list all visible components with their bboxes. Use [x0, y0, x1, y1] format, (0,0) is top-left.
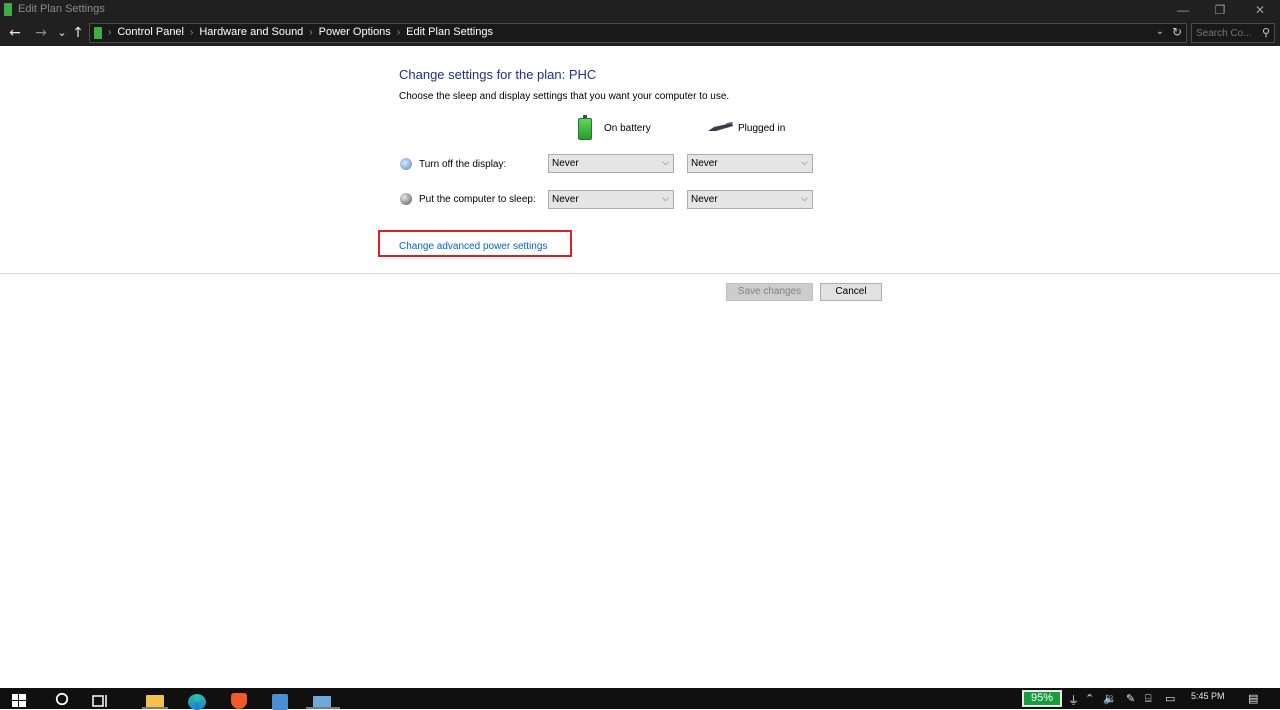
- sleep-icon: [400, 193, 412, 205]
- breadcrumb-separator[interactable]: ›: [309, 27, 312, 38]
- notifications-icon[interactable]: ▤: [1248, 692, 1258, 705]
- pen-icon[interactable]: ✎: [1126, 692, 1135, 705]
- display-off-battery-select[interactable]: Never ⌵: [548, 154, 674, 173]
- divider: [0, 273, 1280, 274]
- up-button[interactable]: ↑: [68, 23, 88, 43]
- refresh-icon[interactable]: ↻: [1172, 25, 1182, 39]
- window-title: Edit Plan Settings: [18, 3, 105, 15]
- control-panel-icon: [94, 27, 102, 39]
- turn-off-display-label: Turn off the display:: [419, 159, 507, 170]
- close-button[interactable]: ✕: [1240, 0, 1280, 20]
- search-icon[interactable]: [53, 692, 71, 706]
- breadcrumb-edit-plan-settings[interactable]: Edit Plan Settings: [406, 26, 493, 38]
- breadcrumb-power-options[interactable]: Power Options: [319, 26, 391, 38]
- breadcrumb-separator[interactable]: ›: [397, 27, 400, 38]
- page-description: Choose the sleep and display settings th…: [399, 91, 730, 102]
- display-icon[interactable]: ▭: [1165, 692, 1175, 705]
- battery-icon: [578, 115, 592, 140]
- plugged-in-label: Plugged in: [738, 123, 786, 134]
- network-icon[interactable]: ⌸: [1145, 692, 1152, 706]
- volume-icon[interactable]: 🔉: [1103, 692, 1117, 705]
- search-icon[interactable]: ⚲: [1262, 26, 1270, 39]
- on-battery-label: On battery: [604, 123, 651, 134]
- brave-icon[interactable]: [231, 693, 247, 709]
- title-bar: Edit Plan Settings — ❐ ✕: [0, 0, 1280, 20]
- app-icon[interactable]: [272, 694, 288, 710]
- cancel-button[interactable]: Cancel: [820, 283, 882, 301]
- advanced-power-settings-link[interactable]: Change advanced power settings: [399, 241, 547, 252]
- select-value: Never: [691, 158, 718, 169]
- select-value: Never: [691, 194, 718, 205]
- chevron-down-icon: ⌵: [662, 193, 669, 203]
- display-off-plugged-select[interactable]: Never ⌵: [687, 154, 813, 173]
- select-value: Never: [552, 194, 579, 205]
- battery-percent-badge[interactable]: 95%: [1022, 690, 1062, 707]
- plug-icon: [708, 122, 734, 131]
- breadcrumb-separator: ›: [108, 27, 112, 38]
- restore-button[interactable]: ❐: [1200, 0, 1240, 20]
- breadcrumb-separator[interactable]: ›: [190, 27, 193, 38]
- breadcrumb: › Control Panel › Hardware and Sound › Power …: [108, 26, 493, 38]
- clock[interactable]: 5:45 PM: [1191, 691, 1225, 701]
- select-value: Never: [552, 158, 579, 169]
- save-changes-button[interactable]: Save changes: [726, 283, 813, 301]
- chevron-up-icon[interactable]: ⌃: [1085, 692, 1094, 705]
- sleep-plugged-select[interactable]: Never ⌵: [687, 190, 813, 209]
- breadcrumb-hardware-and-sound[interactable]: Hardware and Sound: [199, 26, 303, 38]
- minimize-button[interactable]: —: [1163, 0, 1203, 20]
- sleep-battery-select[interactable]: Never ⌵: [548, 190, 674, 209]
- control-panel-icon: [4, 3, 12, 16]
- forward-button[interactable]: →: [31, 23, 51, 43]
- back-button[interactable]: ←: [5, 23, 25, 43]
- display-icon: [400, 158, 412, 170]
- windows-start-icon[interactable]: [12, 694, 26, 707]
- chevron-down-icon: ⌵: [801, 193, 808, 203]
- edge-icon[interactable]: [188, 694, 206, 710]
- address-dropdown-icon[interactable]: ⌄: [1156, 26, 1164, 37]
- chevron-down-icon: ⌵: [662, 157, 669, 167]
- chevron-down-icon: ⌵: [801, 157, 808, 167]
- taskbar: 95% ⏚ ⌃ 🔉 ✎ ⌸ ▭ 5:45 PM ▤: [0, 688, 1280, 710]
- power-plug-icon[interactable]: ⏚: [1068, 692, 1079, 708]
- breadcrumb-control-panel[interactable]: Control Panel: [117, 26, 184, 38]
- sleep-label: Put the computer to sleep:: [419, 194, 536, 205]
- address-bar[interactable]: › Control Panel › Hardware and Sound › Power …: [89, 23, 1187, 43]
- navigation-bar: ← → ⌄ ↑ › Control Panel › Hardware and Soun…: [0, 20, 1280, 46]
- task-view-icon[interactable]: [92, 694, 110, 708]
- search-input[interactable]: [1196, 26, 1256, 40]
- page-title: Change settings for the plan: PHC: [399, 67, 597, 82]
- search-box[interactable]: ⚲: [1191, 23, 1275, 43]
